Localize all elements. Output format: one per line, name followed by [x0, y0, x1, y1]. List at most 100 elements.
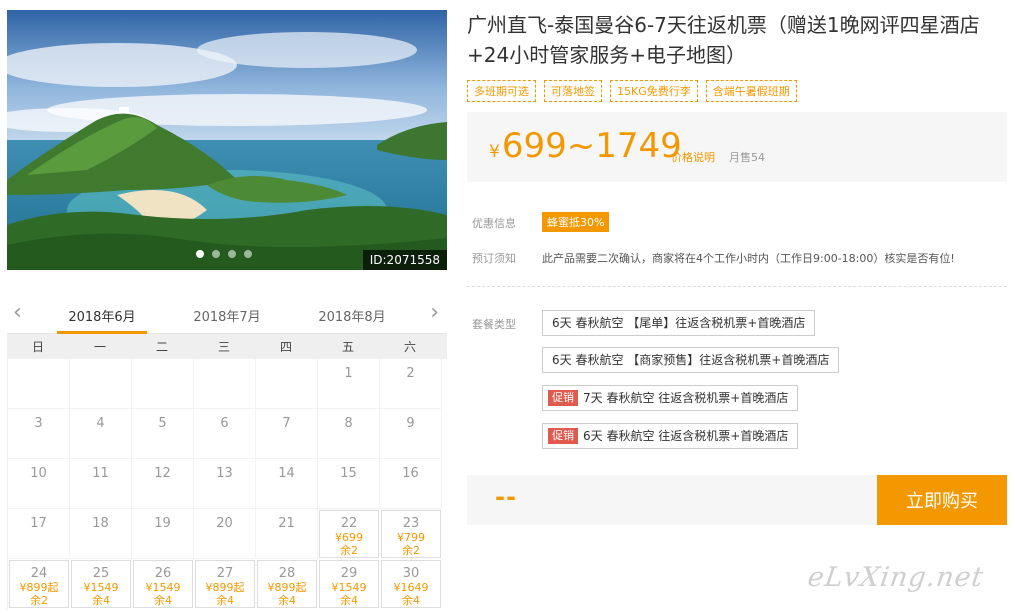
day-price: ¥799: [397, 531, 425, 544]
day-number: 16: [402, 466, 419, 481]
slide-dot[interactable]: [228, 250, 236, 258]
day-number: 20: [216, 516, 233, 531]
day-number: 2: [406, 366, 415, 381]
calendar-empty-cell: [70, 359, 132, 409]
feature-tag: 15KG免费行李: [610, 80, 698, 102]
calendar-day: 21: [256, 509, 318, 559]
day-price: ¥1549: [331, 581, 367, 594]
total-price: --: [495, 483, 517, 511]
day-price: ¥899起: [205, 581, 245, 594]
weekday-label: 五: [341, 340, 354, 354]
island-image: [7, 10, 447, 270]
divider: [467, 286, 1007, 287]
calendar-day: 1: [318, 359, 380, 409]
day-number: 10: [30, 466, 47, 481]
slide-dot[interactable]: [244, 250, 252, 258]
tab-month-2[interactable]: 2018年7月: [182, 306, 272, 325]
package-option[interactable]: 促销 7天 春秋航空 往返含税机票+首晚酒店: [542, 385, 799, 411]
price-value: 699~1749: [501, 126, 682, 166]
day-number: 26: [154, 566, 172, 581]
day-number: 12: [154, 466, 171, 481]
package-type-label: 套餐类型: [472, 318, 516, 331]
day-number: 11: [92, 466, 109, 481]
product-title: 广州直飞-泰国曼谷6-7天往返机票（赠送1晚网评四星酒店+24小时管家服务+电子…: [467, 13, 980, 67]
calendar-day: 8: [318, 409, 380, 459]
day-number: 7: [282, 416, 291, 431]
chevron-left-icon[interactable]: ‹: [13, 302, 22, 324]
product-photo[interactable]: ID:2071558: [7, 10, 447, 270]
day-remaining: 余4: [216, 594, 234, 607]
package-option[interactable]: 促销 6天 春秋航空 往返含税机票+首晚酒店: [542, 423, 799, 449]
day-price: ¥899起: [19, 581, 59, 594]
package-option[interactable]: 6天 春秋航空 【尾单】往返含税机票+首晚酒店: [542, 310, 816, 336]
day-number: 14: [278, 466, 295, 481]
calendar-day: 4: [70, 409, 132, 459]
weekday-label: 六: [403, 340, 416, 354]
day-number: 4: [96, 416, 105, 431]
calendar-day: 10: [8, 459, 70, 509]
day-remaining: 余4: [402, 594, 420, 607]
day-number: 27: [216, 566, 234, 581]
price-note-link[interactable]: 价格说明: [671, 149, 715, 165]
day-price: ¥1549: [145, 581, 181, 594]
calendar-day: 3: [8, 409, 70, 459]
weekday-label: 日: [31, 340, 44, 354]
tab-month-1[interactable]: 2018年6月: [57, 306, 147, 334]
calendar-day: 14: [256, 459, 318, 509]
day-remaining: 余4: [92, 594, 110, 607]
chevron-right-icon[interactable]: ›: [430, 302, 439, 324]
sale-badge: 促销: [548, 390, 578, 406]
calendar-month-tabs: ‹ 2018年6月 2018年7月 2018年8月 ›: [7, 297, 447, 334]
day-remaining: 余4: [278, 594, 296, 607]
day-price: ¥699: [335, 531, 363, 544]
monthly-sales: 月售54: [729, 151, 765, 164]
calendar-day: 16: [380, 459, 442, 509]
calendar-day-available[interactable]: 24 ¥899起 余2: [9, 560, 69, 608]
feature-tag: 可落地签: [544, 80, 602, 102]
day-number: 6: [220, 416, 229, 431]
calendar-day: 13: [194, 459, 256, 509]
slide-dot[interactable]: [196, 250, 204, 258]
tab-month-3[interactable]: 2018年8月: [307, 306, 397, 325]
package-text: 7天 春秋航空 往返含税机票+首晚酒店: [583, 391, 789, 405]
calendar-day-available[interactable]: 25 ¥1549 余4: [71, 560, 131, 608]
weekday-label: 二: [155, 340, 168, 354]
calendar-day-available[interactable]: 22 ¥699 余2: [319, 510, 379, 558]
day-number: 30: [402, 566, 420, 581]
calendar-day-available[interactable]: 28 ¥899起 余4: [257, 560, 317, 608]
departure-calendar: ‹ 2018年6月 2018年7月 2018年8月 › 日 一 二 三 四 五 …: [7, 297, 447, 609]
calendar-day: 15: [318, 459, 380, 509]
calendar-day: 7: [256, 409, 318, 459]
calendar-day-available[interactable]: 30 ¥1649 余4: [381, 560, 441, 608]
calendar-day-available[interactable]: 27 ¥899起 余4: [195, 560, 255, 608]
day-number: 19: [154, 516, 171, 531]
day-number: 28: [278, 566, 296, 581]
promo-label: 优惠信息: [472, 217, 516, 230]
day-number: 13: [216, 466, 233, 481]
price-range: ¥699~1749: [489, 126, 682, 172]
slide-indicator[interactable]: [196, 250, 252, 258]
day-number: 24: [30, 566, 48, 581]
calendar-day: 12: [132, 459, 194, 509]
calendar-day-available[interactable]: 26 ¥1549 余4: [133, 560, 193, 608]
day-number: 18: [92, 516, 109, 531]
day-number: 22: [340, 516, 358, 531]
calendar-day-available[interactable]: 29 ¥1549 余4: [319, 560, 379, 608]
buy-now-button[interactable]: 立即购买: [877, 475, 1007, 525]
weekday-label: 一: [93, 340, 106, 354]
notice-label: 预订须知: [472, 252, 516, 265]
weekday-header: 日 一 二 三 四 五 六: [7, 333, 447, 359]
day-price: ¥1649: [393, 581, 429, 594]
package-option[interactable]: 6天 春秋航空 【商家预售】往返含税机票+首晚酒店: [542, 347, 840, 373]
package-text: 6天 春秋航空 往返含税机票+首晚酒店: [583, 429, 789, 443]
calendar-day-available[interactable]: 23 ¥799 余2: [381, 510, 441, 558]
day-number: 17: [30, 516, 47, 531]
day-number: 25: [92, 566, 110, 581]
package-text: 6天 春秋航空 【尾单】往返含税机票+首晚酒店: [552, 316, 806, 330]
day-remaining: 余2: [30, 594, 48, 607]
slide-dot[interactable]: [212, 250, 220, 258]
day-number: 5: [158, 416, 167, 431]
day-remaining: 余2: [402, 544, 420, 557]
day-number: 29: [340, 566, 358, 581]
day-remaining: 余2: [340, 544, 358, 557]
